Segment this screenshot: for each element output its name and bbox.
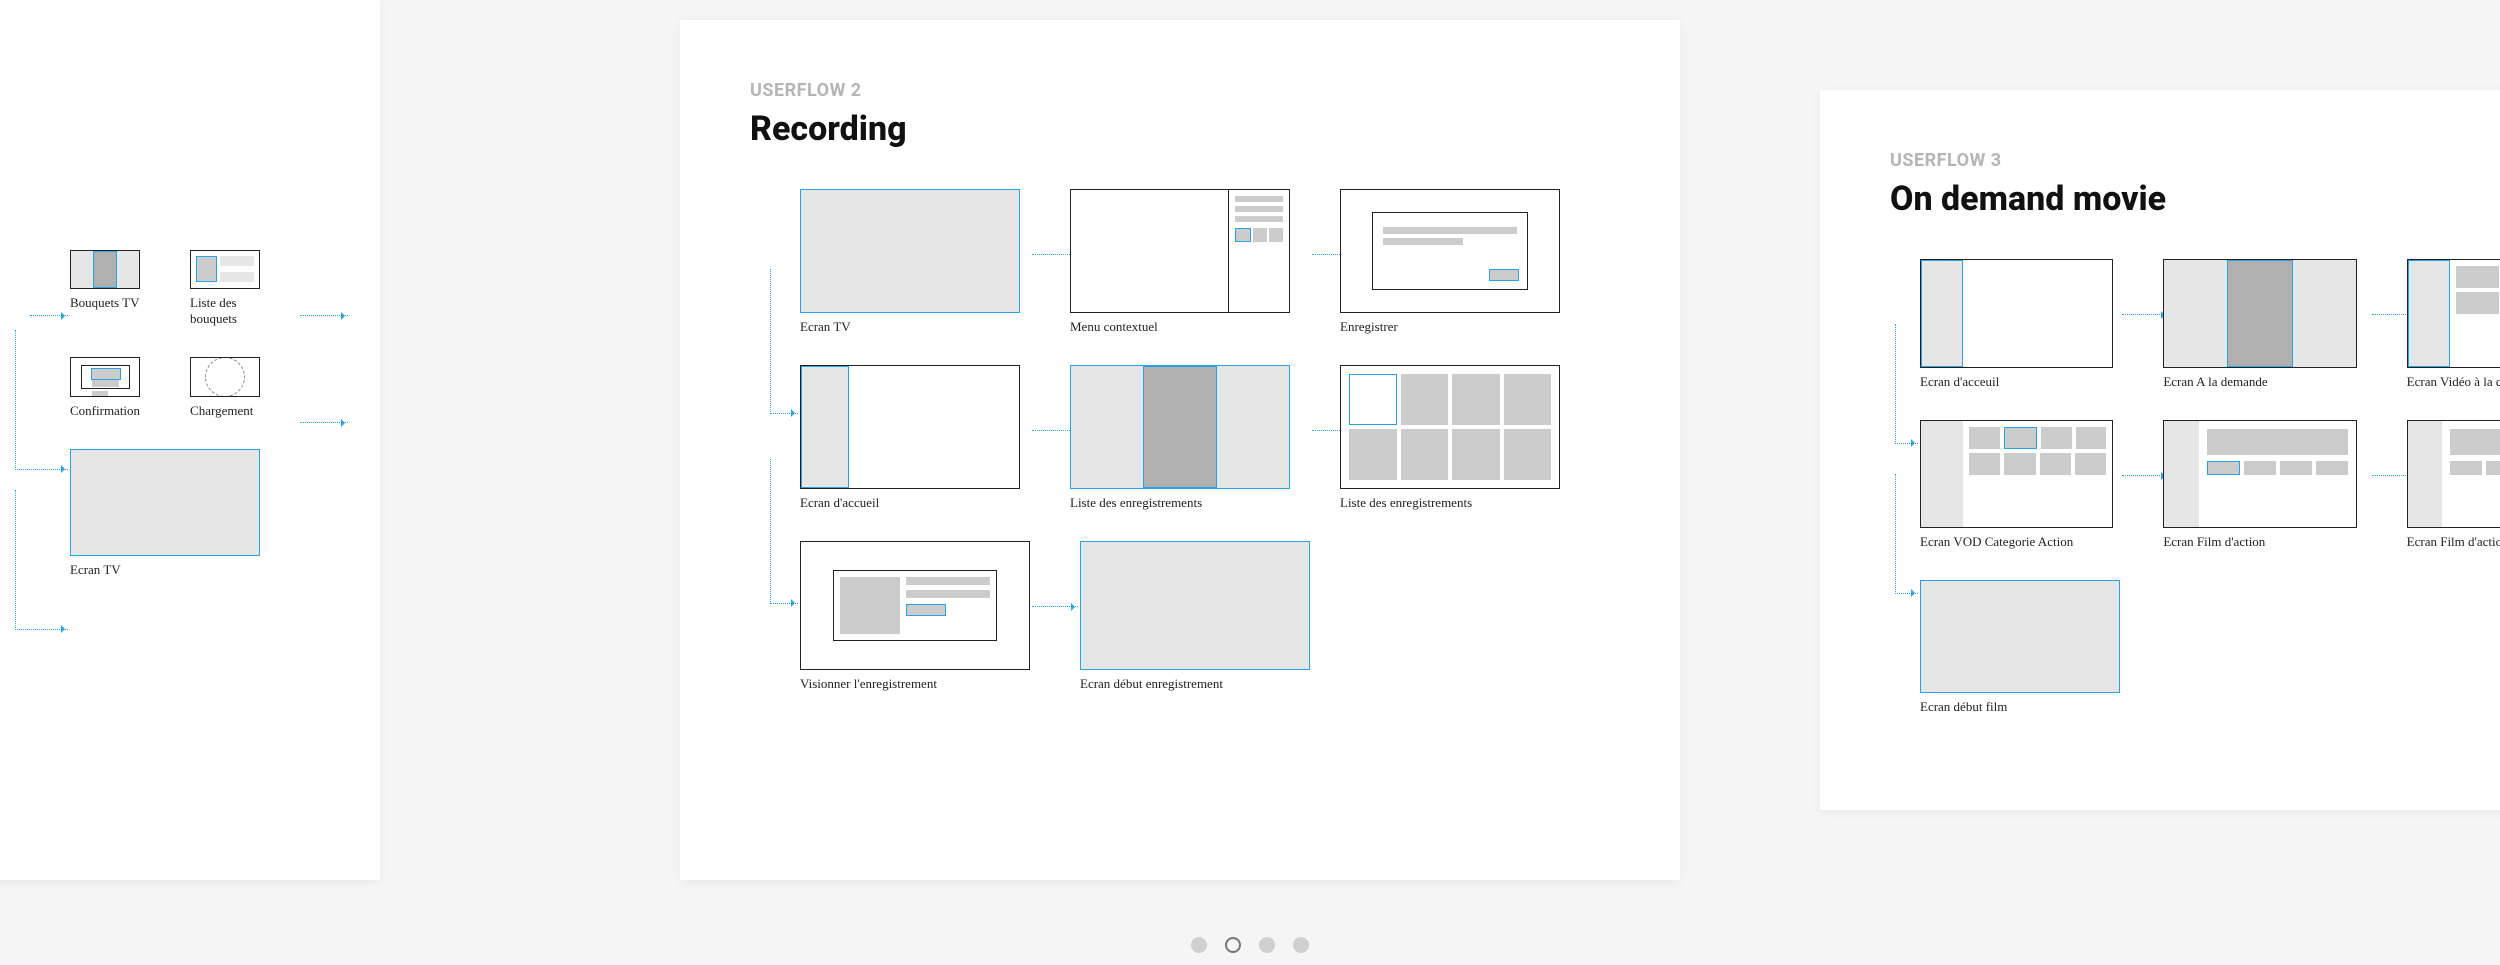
connector-arrow-icon (15, 330, 68, 470)
thumb-caption: Ecran TV (800, 319, 1020, 335)
slide-title: Recording (750, 109, 1610, 149)
pagination-dot[interactable] (1259, 937, 1275, 953)
flow-cell[interactable]: Ecran TV (800, 189, 1020, 335)
thumb-caption: Ecran A la demande (2163, 374, 2356, 390)
connector-arrow-icon (770, 459, 798, 604)
thumb-caption: Chargement (190, 403, 260, 419)
thumb-caption: Ecran début enregistrement (1080, 676, 1310, 692)
thumb-caption: Ecran VOD Categorie Action (1920, 534, 2113, 550)
thumb-caption: Ecran TV (70, 562, 260, 578)
flow-cell[interactable]: Menu contextuel (1070, 189, 1290, 335)
flow-cell[interactable]: Ecran début enregistrement (1080, 541, 1310, 692)
spinner-icon (205, 357, 245, 396)
flow-cell[interactable]: Liste des enregistrements (1070, 365, 1290, 511)
flow-cell[interactable]: Ecran TV (70, 449, 260, 578)
connector-arrow-icon (30, 315, 68, 316)
thumb-caption: Ecran début film (1920, 699, 2120, 715)
connector-arrow-icon (2122, 475, 2168, 476)
connector-arrow-icon (1895, 474, 1918, 594)
flow-cell[interactable]: Liste des enregistrements (1340, 365, 1560, 511)
thumb-caption: Ecran Film d'action 2 (2407, 534, 2500, 550)
context-menu-panel (1228, 190, 1289, 312)
pagination-dot[interactable] (1293, 937, 1309, 953)
flow-cell[interactable]: Ecran Film d'action (2163, 420, 2356, 551)
connector-arrow-icon (1032, 606, 1078, 607)
thumb-caption: Visionner l'enregistrement (800, 676, 1030, 692)
pagination-dot[interactable] (1191, 937, 1207, 953)
thumb-caption: Confirmation (70, 403, 140, 419)
thumb-caption: Liste des bouquets (190, 295, 260, 327)
flow-cell[interactable]: Ecran d'acceuil (1920, 259, 2113, 390)
flow-cell[interactable]: Ecran début film (1920, 580, 2120, 715)
flow-cell[interactable]: Ecran d'accueil (800, 365, 1020, 511)
connector-arrow-icon (15, 490, 68, 630)
slide-userflow-3[interactable]: USERFLOW 3 On demand movie Ecran d'acceu… (1820, 90, 2500, 810)
thumb-caption: Ecran Film d'action (2163, 534, 2356, 550)
slide-eyebrow: USERFLOW 2 (750, 80, 1610, 101)
slide-userflow-2[interactable]: USERFLOW 2 Recording Ecran TV Menu con (680, 20, 1680, 880)
thumb-caption: Ecran d'acceuil (1920, 374, 2113, 390)
connector-arrow-icon (770, 269, 798, 414)
slide-eyebrow: USERFLOW 3 (1890, 150, 2500, 171)
connector-arrow-icon (300, 422, 348, 423)
flow-cell[interactable]: Ecran Film d'action 2 (2407, 420, 2500, 551)
flow-cell[interactable]: Confirmation (70, 357, 140, 418)
connector-arrow-icon (2122, 314, 2168, 315)
thumb-caption: Bouquets TV (70, 295, 140, 311)
flow-cell[interactable]: Liste des bouquets (190, 250, 260, 327)
flow-cell[interactable]: Ecran A la demande (2163, 259, 2356, 390)
flow-cell[interactable]: Enregistrer (1340, 189, 1560, 335)
flow-cell[interactable]: Ecran Vidéo à la demande (2407, 259, 2500, 390)
slide-title: On demand movie (1890, 179, 2500, 219)
thumb-caption: Menu contextuel (1070, 319, 1290, 335)
flow-cell[interactable]: Visionner l'enregistrement (800, 541, 1030, 692)
thumb-caption: Ecran d'accueil (800, 495, 1020, 511)
flow-cell[interactable]: Chargement (190, 357, 260, 418)
thumb-caption: Enregistrer (1340, 319, 1560, 335)
connector-arrow-icon (1895, 324, 1918, 444)
pagination-dots (1191, 937, 1309, 953)
connector-arrow-icon (300, 315, 348, 316)
slide-userflow-1[interactable]: Bouquets TV Liste des bouquets Confirmat… (0, 0, 380, 880)
thumb-caption: Liste des enregistrements (1340, 495, 1560, 511)
thumb-caption: Ecran Vidéo à la demande (2407, 374, 2500, 390)
flow-cell[interactable]: Ecran VOD Categorie Action (1920, 420, 2113, 551)
thumb-caption: Liste des enregistrements (1070, 495, 1290, 511)
flow-cell[interactable]: Bouquets TV (70, 250, 140, 311)
pagination-dot-active[interactable] (1225, 937, 1241, 953)
carousel-stage: Bouquets TV Liste des bouquets Confirmat… (0, 0, 2500, 965)
